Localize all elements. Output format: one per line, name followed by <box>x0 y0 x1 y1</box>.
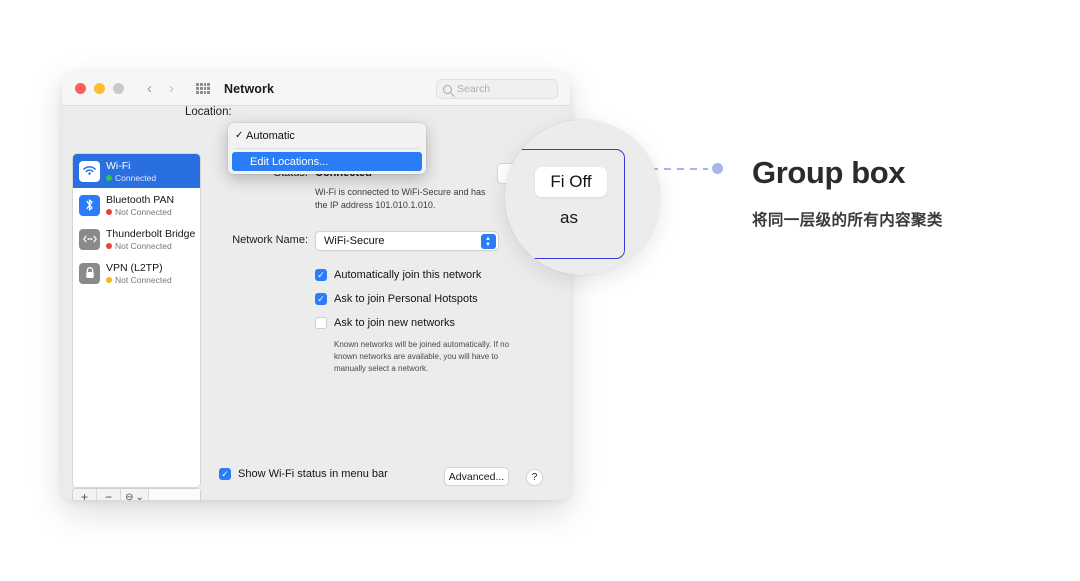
network-options: ✓ Automatically join this network ✓ Ask … <box>315 263 520 375</box>
magnified-turn-wifi-off-button: Fi Off <box>535 167 607 197</box>
advanced-button[interactable]: Advanced... <box>444 467 509 486</box>
menu-item-label: Automatic <box>246 129 295 142</box>
checkbox-label: Show Wi-Fi status in menu bar <box>238 468 388 480</box>
annotation-subtitle: 将同一层级的所有内容聚类 <box>752 212 943 229</box>
location-label: Location: <box>185 106 232 118</box>
checkbox-label: Ask to join new networks <box>334 317 456 329</box>
menu-item-automatic[interactable]: ✓ Automatic <box>228 126 426 145</box>
help-button[interactable]: ? <box>526 469 543 486</box>
sidebar-footer-filler <box>149 489 200 500</box>
sidebar-item-name: VPN (L2TP) <box>106 261 163 274</box>
thunderbolt-icon <box>79 228 100 250</box>
service-actions-button[interactable]: ⊖ ⌄ <box>121 489 149 500</box>
checkbox-row-auto-join[interactable]: ✓ Automatically join this network <box>315 263 520 287</box>
add-service-button[interactable]: + <box>73 489 97 500</box>
sidebar-footer-toolbar: + − ⊖ ⌄ <box>72 488 201 500</box>
close-button-icon[interactable] <box>75 83 86 94</box>
sidebar-item-texts: VPN (L2TP) Not Connected <box>106 262 172 285</box>
sidebar-item-texts: Wi-Fi Connected <box>106 160 156 183</box>
sidebar-item-status: Not Connected <box>106 207 174 217</box>
network-name-label: Network Name: <box>232 234 308 246</box>
checkmark-icon: ✓ <box>235 130 244 141</box>
window-titlebar: ‹ › Network Search <box>62 72 570 106</box>
checkbox-row-new-networks[interactable]: Ask to join new networks <box>315 311 520 335</box>
minimize-button-icon[interactable] <box>94 83 105 94</box>
network-name-select[interactable]: WiFi-Secure ▲ ▼ <box>315 231 499 251</box>
gear-icon: ⊖ <box>125 491 134 501</box>
checkbox-personal-hotspots[interactable]: ✓ <box>315 293 327 305</box>
checkbox-row-show-status[interactable]: ✓ Show Wi-Fi status in menu bar <box>219 462 388 486</box>
search-field[interactable]: Search <box>436 79 558 99</box>
search-placeholder: Search <box>457 83 491 95</box>
status-dot-icon <box>106 242 112 249</box>
magnifier-loupe: Fi Off as <box>505 120 660 275</box>
chevron-down-icon: ⌄ <box>135 491 144 501</box>
group-box-highlight-outline <box>505 149 625 259</box>
menu-item-label: Edit Locations... <box>250 155 329 168</box>
sidebar-item-vpn-l2tp[interactable]: VPN (L2TP) Not Connected <box>73 256 200 290</box>
navigation-arrows: ‹ › <box>147 81 174 96</box>
checkbox-label: Ask to join Personal Hotspots <box>334 293 478 305</box>
wifi-settings-panel: Status: Connected Wi-Fi is connected to … <box>207 153 570 499</box>
window-title: Network <box>224 81 275 96</box>
chevron-updown-icon[interactable]: ▲ ▼ <box>480 234 496 249</box>
back-arrow-icon[interactable]: ‹ <box>147 81 152 96</box>
panel-bottom-row: ✓ Show Wi-Fi status in menu bar Advanced… <box>219 462 543 486</box>
sidebar-item-wifi[interactable]: Wi-Fi Connected <box>73 154 200 188</box>
status-text: Not Connected <box>115 206 172 217</box>
network-name-value: WiFi-Secure <box>324 235 385 247</box>
status-dot-icon <box>106 208 112 215</box>
status-dot-icon <box>106 174 112 181</box>
sidebar-item-status: Not Connected <box>106 275 172 285</box>
sidebar-item-bluetooth-pan[interactable]: Bluetooth PAN Not Connected <box>73 188 200 222</box>
menu-separator <box>235 148 419 149</box>
sidebar-item-thunderbolt-bridge[interactable]: Thunderbolt Bridge Not Connected <box>73 222 200 256</box>
show-all-grid-icon[interactable] <box>196 83 210 94</box>
zoom-button-icon[interactable] <box>113 83 124 94</box>
annotation-block: Group box 将同一层级的所有内容聚类 <box>752 155 943 230</box>
network-options-help-text: Known networks will be joined automatica… <box>334 340 510 373</box>
location-dropdown-menu[interactable]: ✓ Automatic Edit Locations... <box>228 123 426 174</box>
status-text: Connected <box>115 172 157 183</box>
status-description: Wi-Fi is connected to WiFi-Secure and ha… <box>315 187 486 211</box>
sidebar-item-name: Thunderbolt Bridge <box>106 227 196 240</box>
checkbox-row-personal-hotspots[interactable]: ✓ Ask to join Personal Hotspots <box>315 287 520 311</box>
forward-arrow-icon[interactable]: › <box>169 81 174 96</box>
traffic-lights <box>75 83 124 94</box>
lock-icon <box>79 262 100 284</box>
status-dot-icon <box>106 276 112 283</box>
magnified-status-text-fragment: as <box>560 208 578 227</box>
checkbox-show-wifi-status[interactable]: ✓ <box>219 468 231 480</box>
sidebar-item-status: Connected <box>106 173 156 183</box>
screenshot-stage: ‹ › Network Search Location: Wi-Fi Conne… <box>0 0 1080 581</box>
bluetooth-icon <box>79 194 100 216</box>
checkbox-auto-join[interactable]: ✓ <box>315 269 327 281</box>
annotation-connector-dot <box>712 163 723 174</box>
status-text: Not Connected <box>115 274 172 285</box>
magnifier-content: Fi Off as <box>505 120 660 275</box>
sidebar-item-status: Not Connected <box>106 241 194 251</box>
remove-service-button[interactable]: − <box>97 489 121 500</box>
wifi-icon <box>79 160 100 182</box>
sidebar-item-name: Wi-Fi <box>106 159 131 172</box>
annotation-title: Group box <box>752 155 906 190</box>
status-text: Not Connected <box>115 240 172 251</box>
search-icon <box>443 84 452 94</box>
sidebar-item-name: Bluetooth PAN <box>106 193 175 206</box>
services-sidebar[interactable]: Wi-Fi Connected Bluetooth PAN Not Connec… <box>72 153 201 488</box>
checkbox-new-networks[interactable] <box>315 317 327 329</box>
sidebar-item-texts: Bluetooth PAN Not Connected <box>106 194 174 217</box>
sidebar-item-texts: Thunderbolt Bridge Not Connected <box>106 227 196 251</box>
checkbox-label: Automatically join this network <box>334 269 482 281</box>
menu-item-edit-locations[interactable]: Edit Locations... <box>232 152 422 171</box>
